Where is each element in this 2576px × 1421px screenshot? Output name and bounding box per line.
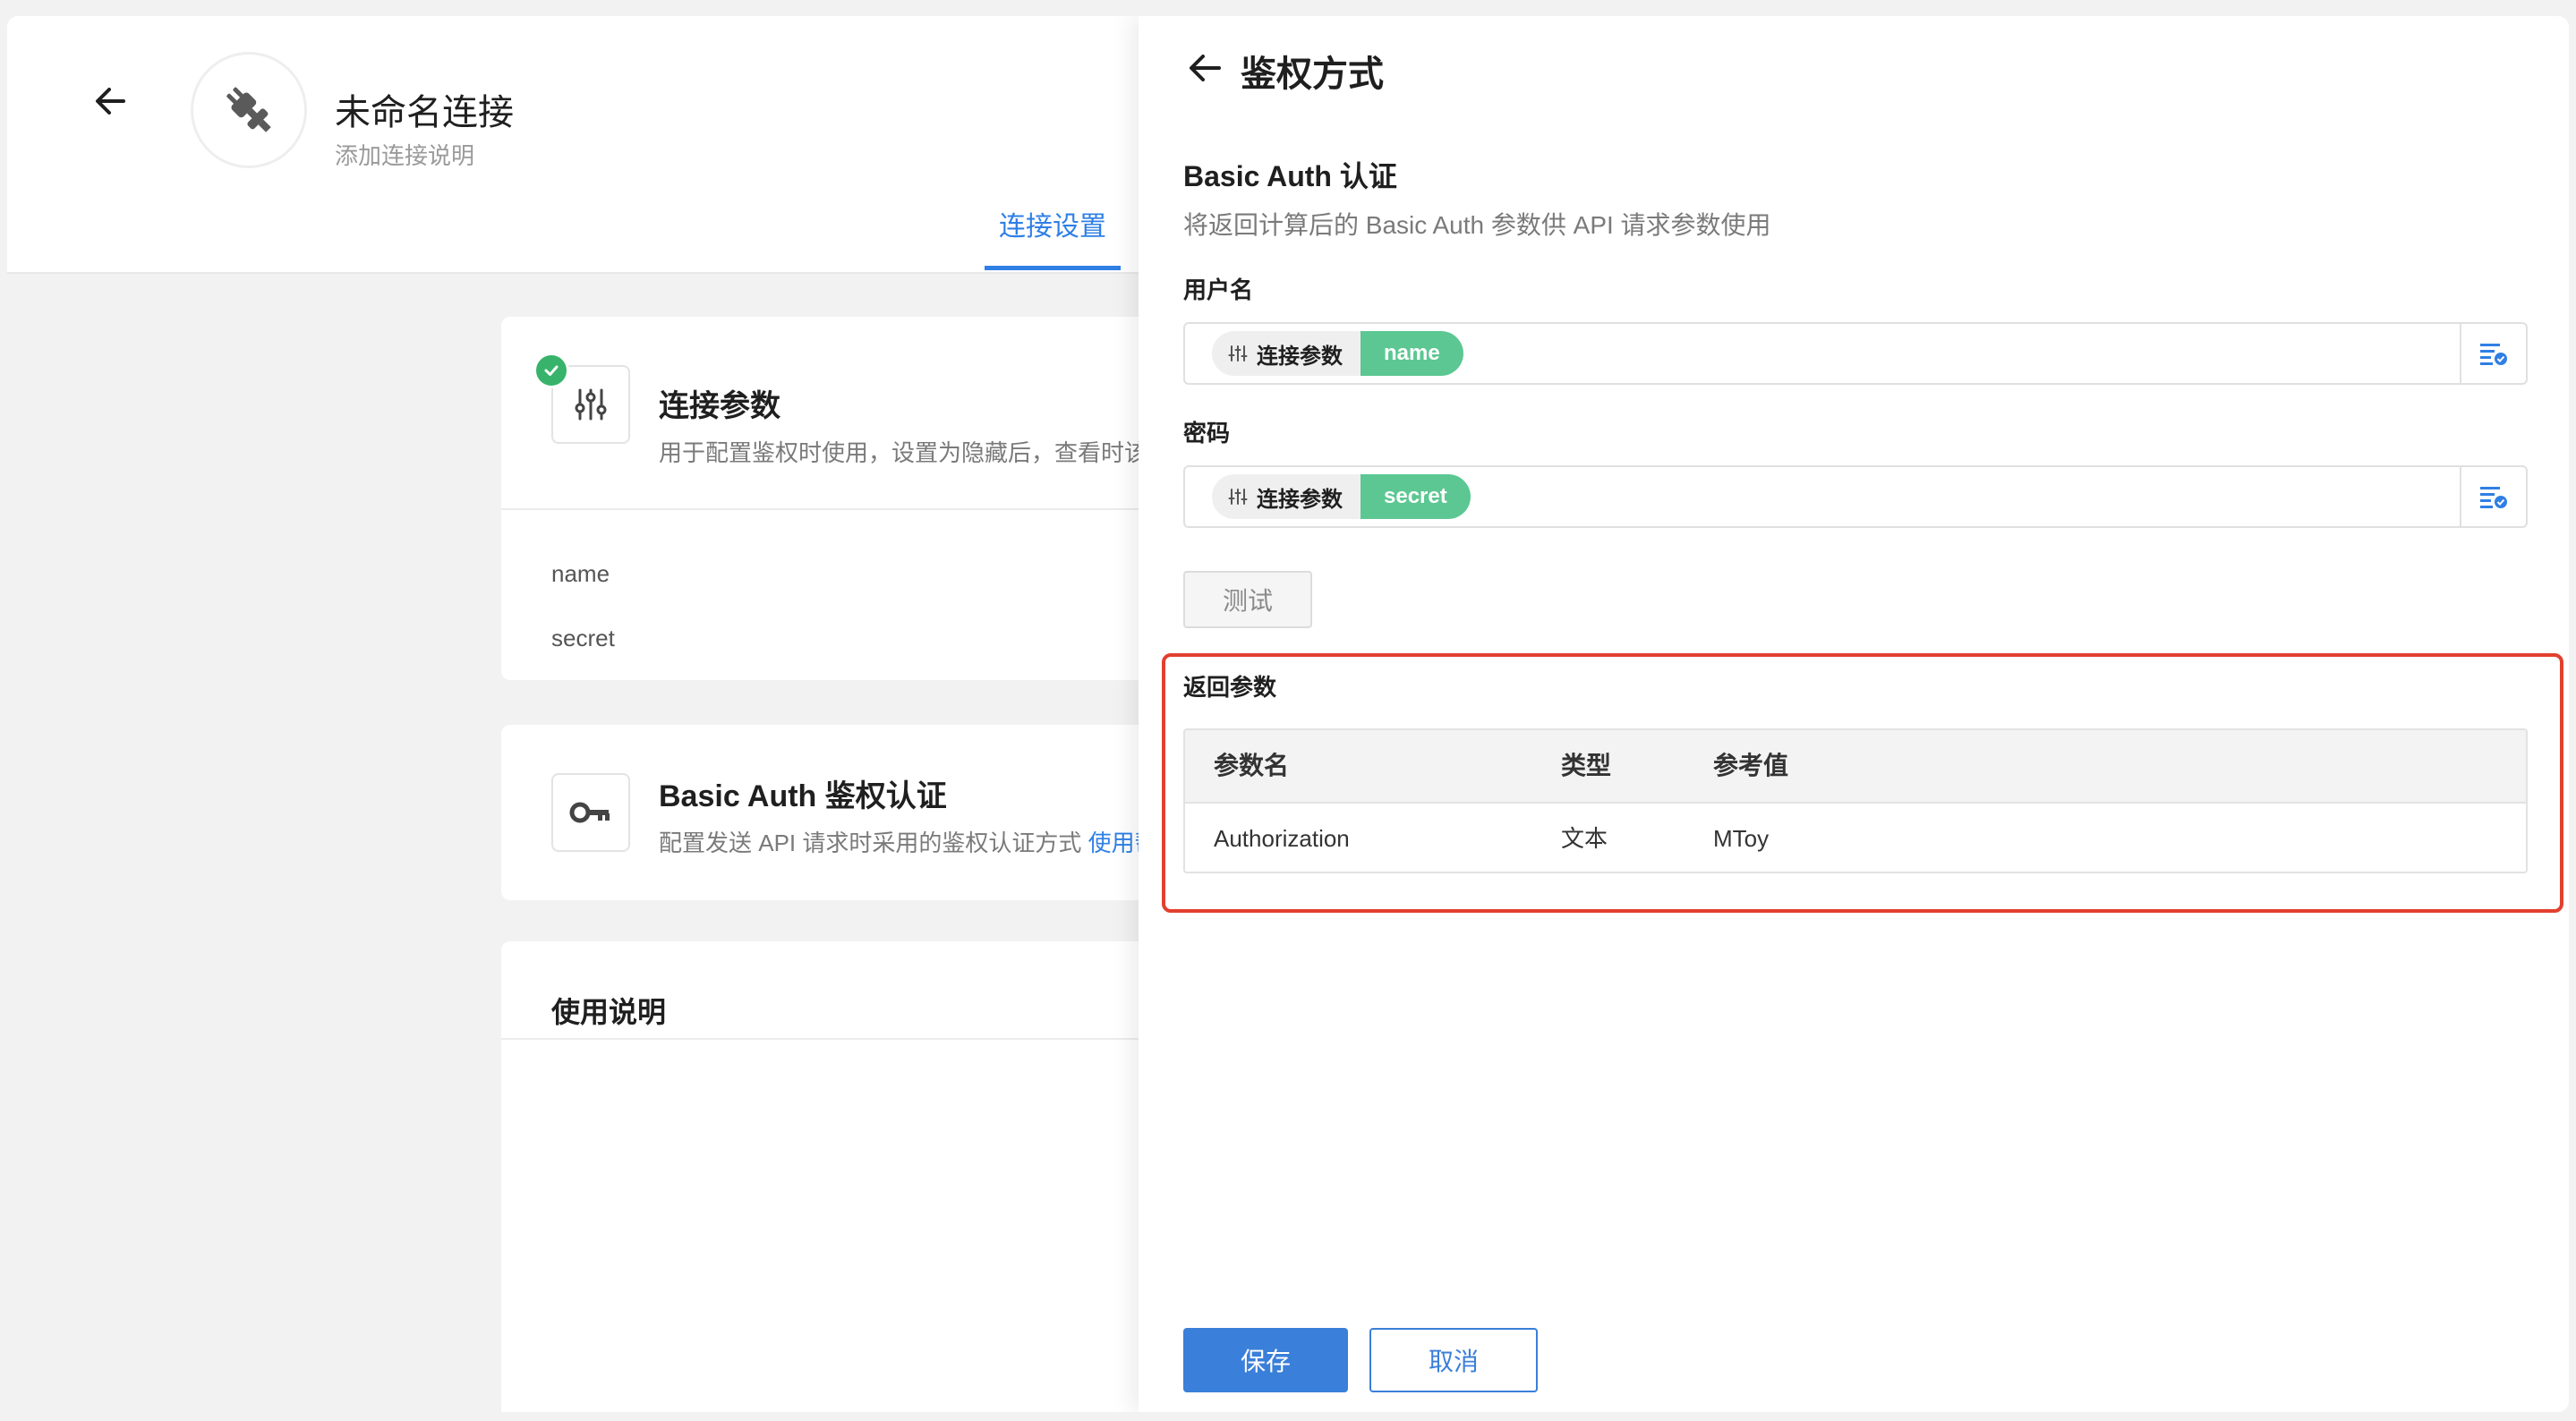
username-label: 用户名 [1183,277,1254,303]
params-card-description: 用于配置鉴权时使用，设置为隐藏后，查看时该 [659,439,1148,466]
usage-card: 使用说明 [501,941,1181,1412]
back-arrow-icon[interactable] [88,79,132,123]
param-secret: secret [551,625,615,651]
chip-source-label: 连接参数 [1257,487,1343,512]
username-chip[interactable]: 连接参数 name [1212,331,1463,376]
section-description: 将返回计算后的 Basic Auth 参数供 API 请求参数使用 [1183,211,1771,239]
check-icon [533,353,569,388]
cancel-button[interactable]: 取消 [1369,1328,1538,1392]
return-params-title: 返回参数 [1183,674,1277,701]
key-icon [551,773,630,852]
chip-source: 连接参数 [1212,331,1361,376]
chip-value: name [1350,331,1463,376]
app-window: 未命名连接 添加连接说明 连接设置 连接参数 用于配置鉴权时使用，设置为隐藏后，… [7,16,2569,1412]
param-name: name [551,560,610,587]
back-arrow-icon[interactable] [1183,47,1226,89]
variable-picker-icon[interactable] [2460,324,2526,383]
column-header-type: 类型 [1561,752,1612,779]
password-chip[interactable]: 连接参数 secret [1212,474,1471,519]
sliders-icon [1228,345,1248,362]
test-button[interactable]: 测试 [1183,571,1312,628]
usage-card-title: 使用说明 [551,996,667,1028]
chip-source-label: 连接参数 [1257,344,1343,369]
password-label: 密码 [1183,420,1231,447]
table-cell: MToy [1713,825,1770,852]
password-field[interactable]: 连接参数 secret [1183,465,2528,528]
params-card-title: 连接参数 [659,389,780,423]
connection-params-card: 连接参数 用于配置鉴权时使用，设置为隐藏后，查看时该 name secret [501,317,1181,680]
return-params-table: 参数名 类型 参考值 Authorization 文本 MToy [1183,728,2528,873]
tab-connection-settings[interactable]: 连接设置 [985,204,1121,270]
divider [501,1038,1181,1040]
section-title: Basic Auth 认证 [1183,160,1397,192]
chip-value: secret [1350,474,1471,519]
table-cell: 文本 [1561,825,1608,852]
variable-picker-icon[interactable] [2460,467,2526,526]
column-header-reference: 参考值 [1713,752,1789,779]
connection-description[interactable]: 添加连接说明 [335,138,474,171]
sliders-icon [1228,489,1248,505]
divider [501,508,1181,510]
auth-card-description: 配置发送 API 请求时采用的鉴权认证方式 使用帮 [659,825,1158,858]
auth-card-description-text: 配置发送 API 请求时采用的鉴权认证方式 [659,830,1082,856]
table-header: 参数名 类型 参考值 [1185,730,2526,804]
plug-icon[interactable] [191,52,307,168]
connection-header: 未命名连接 添加连接说明 连接设置 [7,16,1139,274]
basic-auth-card[interactable]: Basic Auth 鉴权认证 配置发送 API 请求时采用的鉴权认证方式 使用… [501,725,1181,900]
drawer-title: 鉴权方式 [1241,55,1384,94]
username-field[interactable]: 连接参数 name [1183,322,2528,385]
auth-method-drawer: 鉴权方式 Basic Auth 认证 将返回计算后的 Basic Auth 参数… [1139,16,2569,1412]
column-header-param-name: 参数名 [1214,752,1290,779]
table-cell: Authorization [1214,825,1350,852]
auth-card-title: Basic Auth 鉴权认证 [659,779,947,813]
save-button[interactable]: 保存 [1183,1328,1348,1392]
chip-source: 连接参数 [1212,474,1361,519]
connection-title[interactable]: 未命名连接 [335,83,514,135]
